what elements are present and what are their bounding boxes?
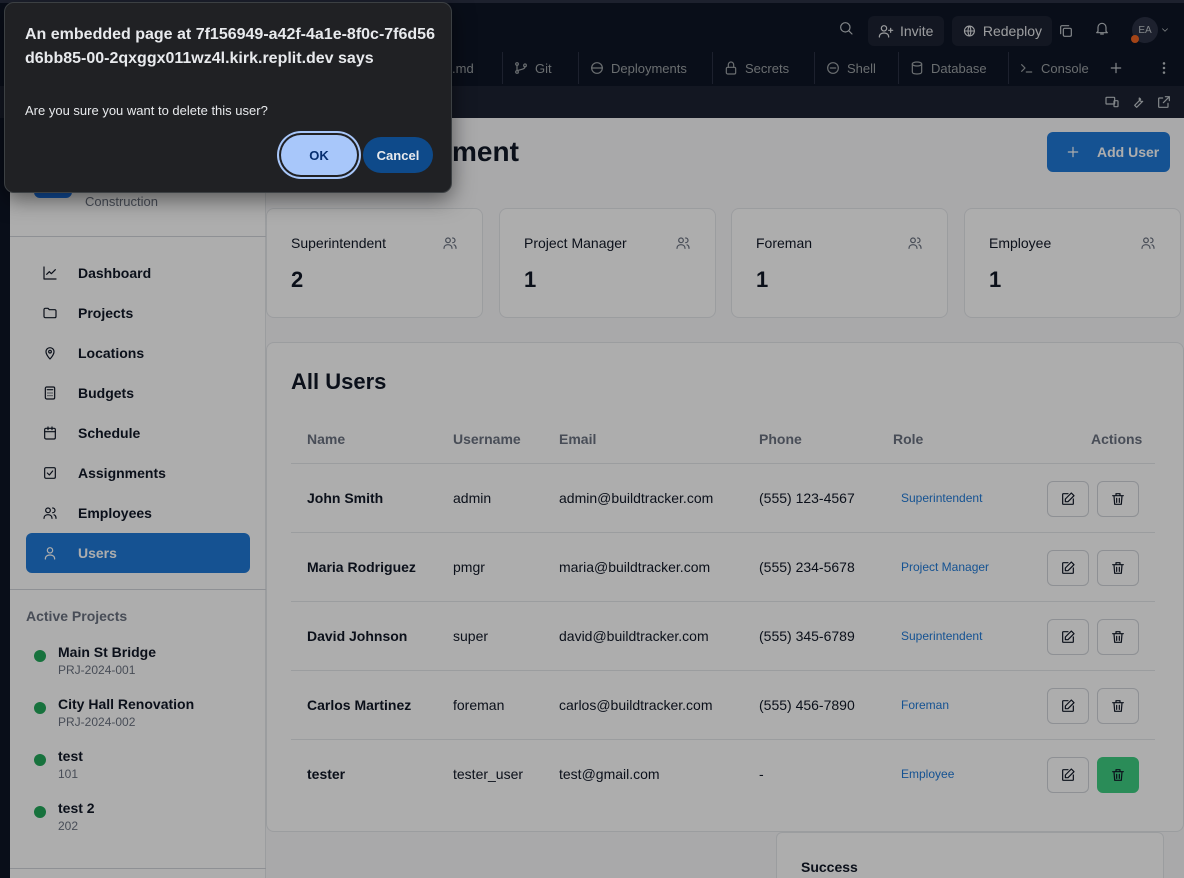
dialog-message: Are you sure you want to delete this use… <box>25 103 268 118</box>
confirm-dialog: An embedded page at 7f156949-a42f-4a1e-8… <box>4 2 452 193</box>
dialog-title: An embedded page at 7f156949-a42f-4a1e-8… <box>25 26 435 67</box>
ok-button[interactable]: OK <box>281 135 357 175</box>
cancel-button[interactable]: Cancel <box>363 137 433 173</box>
